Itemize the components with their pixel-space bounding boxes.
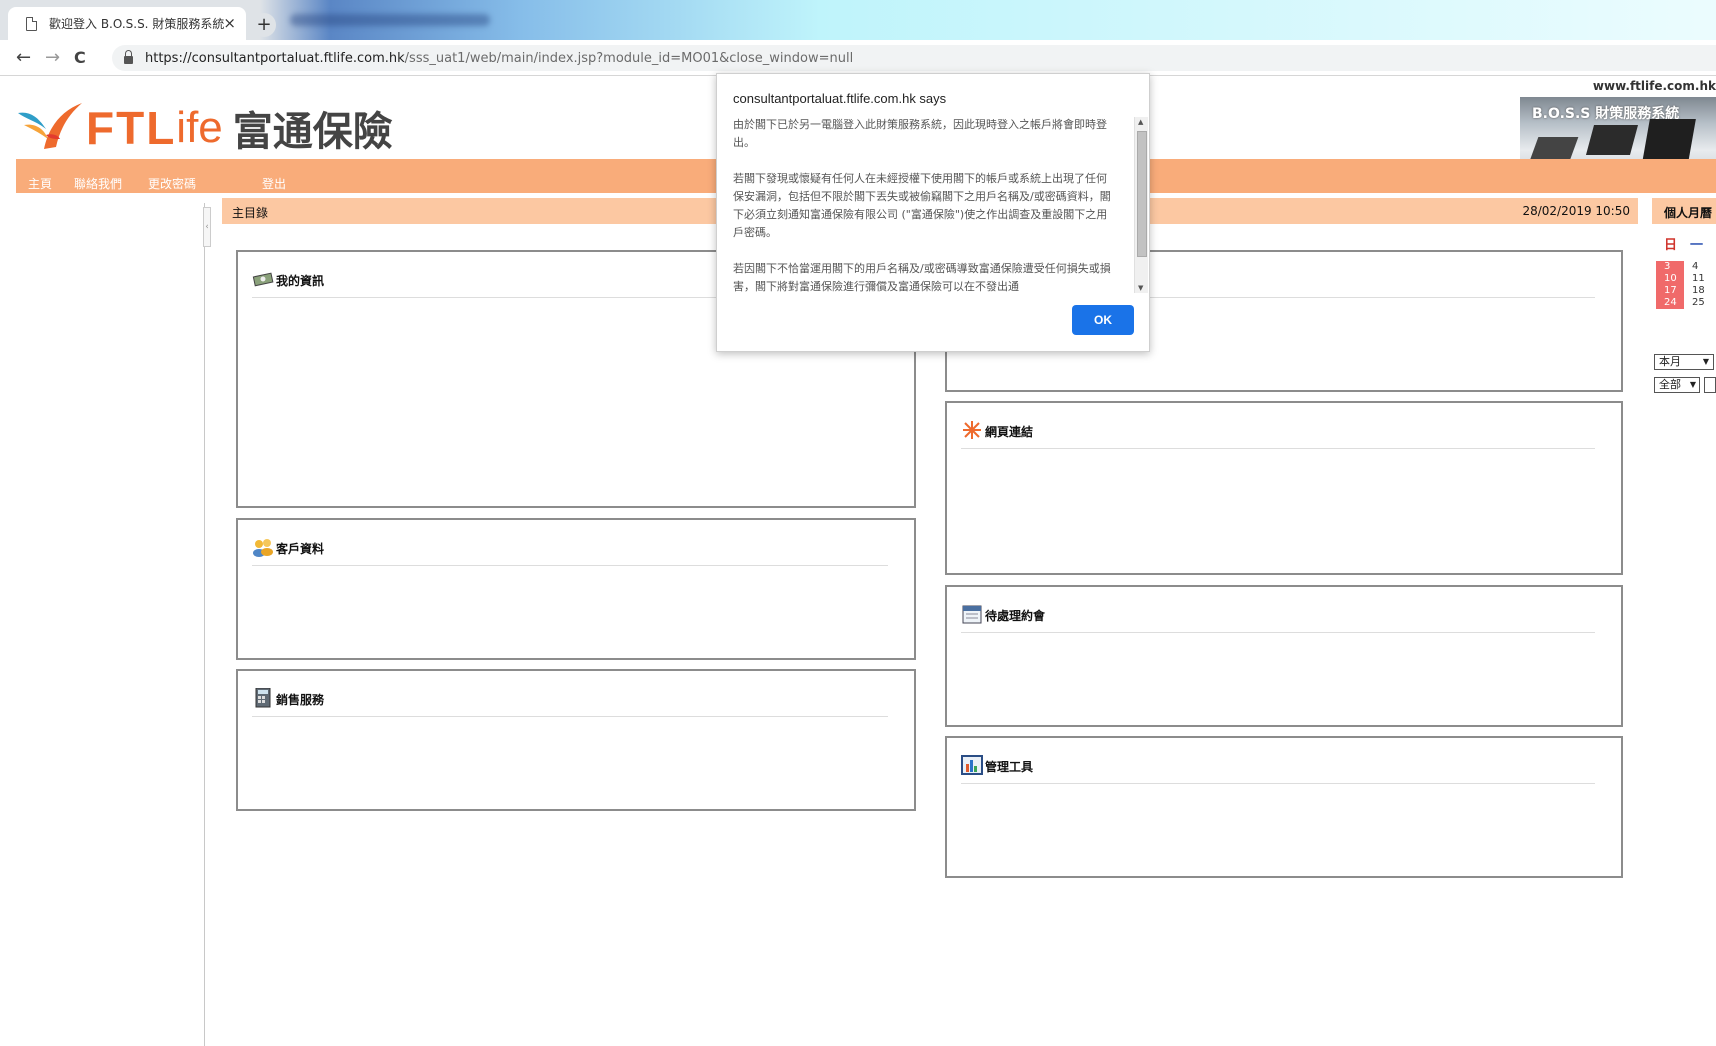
logo-ife-text: ife [176, 103, 223, 152]
blurred-tab [290, 14, 490, 26]
category-select[interactable]: 全部 ▼ [1654, 377, 1700, 393]
logo-ftl-text: FTL [86, 102, 177, 154]
main-directory-title: 主目錄 [232, 206, 269, 220]
menu-logout[interactable]: 登出 [262, 175, 286, 192]
panel-pending-appointments: 待處理約會 [945, 585, 1623, 727]
panel-header: 網頁連結 [961, 419, 1595, 449]
month-select-value: 本月 [1659, 355, 1681, 368]
menu-home[interactable]: 主頁 [28, 175, 52, 192]
dialog-message: 由於閣下已於另一電腦登入此財策服務系統，因此現時登入之帳戶將會即時登出。 若閣下… [733, 116, 1113, 294]
calendar-day[interactable]: 4 [1684, 261, 1712, 273]
panel-sales-service: 銷售服務 [236, 669, 916, 811]
calendar-day[interactable]: 3 [1656, 261, 1684, 273]
calendar-extra-control[interactable] [1704, 377, 1716, 393]
calendar-day[interactable]: 25 [1684, 297, 1712, 309]
calendar-dow-sunday: 日 [1664, 238, 1678, 253]
dialog-paragraph: 若因閣下不恰當運用閣下的用戶名稱及/或密碼導致富通保險遭受任何損失或損害，閣下將… [733, 262, 1111, 293]
scroll-up-icon[interactable]: ▲ [1138, 118, 1143, 126]
ok-button[interactable]: OK [1072, 305, 1134, 335]
calendar-dow-monday: 一 [1690, 238, 1704, 253]
panel-header: 管理工具 [961, 754, 1595, 784]
dialog-paragraph: 若閣下發現或懷疑有任何人在未經授權下使用閣下的帳戶或系統上出現了任何保安漏洞，包… [733, 172, 1111, 239]
url-path: /sss_uat1/web/main/index.jsp?module_id=M… [404, 50, 854, 66]
panel-title: 客戶資料 [276, 542, 325, 556]
panel-title: 我的資訊 [276, 274, 325, 288]
ftlife-logo[interactable]: FTL ife 富通保險 [16, 99, 393, 157]
calendar-day[interactable]: 17 [1656, 285, 1684, 297]
alert-dialog: consultantportaluat.ftlife.com.hk says 由… [716, 73, 1150, 352]
current-datetime: 28/02/2019 10:50 [1522, 204, 1630, 218]
site-url: www.ftlife.com.hk [1592, 79, 1716, 93]
panel-title: 管理工具 [985, 760, 1034, 774]
users-icon [253, 539, 273, 557]
bar-chart-icon [961, 755, 983, 775]
scroll-down-icon[interactable]: ▼ [1138, 284, 1143, 292]
dialog-paragraph: 由於閣下已於另一電腦登入此財策服務系統，因此現時登入之帳戶將會即時登出。 [733, 118, 1107, 149]
address-bar: ← → C https://consultantportaluat.ftlife… [0, 40, 1716, 76]
tab-title: 歡迎登入 B.O.S.S. 財策服務系統 [49, 17, 225, 31]
panel-title: 銷售服務 [276, 693, 325, 707]
calendar-icon [962, 605, 982, 624]
money-icon [252, 272, 274, 287]
month-select[interactable]: 本月 ▼ [1654, 354, 1714, 370]
lock-icon [124, 50, 133, 64]
panel-client-info: 客戶資料 [236, 518, 916, 660]
new-tab-button[interactable]: + [252, 13, 276, 37]
panel-admin-tools: 管理工具 [945, 736, 1623, 878]
back-button[interactable]: ← [16, 47, 31, 68]
collapse-sidebar-handle[interactable]: ‹ [203, 207, 211, 247]
scrollbar-thumb[interactable] [1137, 131, 1147, 257]
menu-contact-us[interactable]: 聯絡我們 [74, 175, 122, 192]
url-host: https://consultantportaluat.ftlife.com.h… [145, 50, 405, 66]
panel-title: 待處理約會 [985, 609, 1046, 623]
panel-header: 銷售服務 [252, 687, 888, 717]
chevron-down-icon: ▼ [1689, 380, 1696, 389]
calendar-day[interactable]: 18 [1684, 285, 1712, 297]
calendar-day[interactable]: 11 [1684, 273, 1712, 285]
document-icon [26, 16, 37, 31]
panel-web-links: 網頁連結 [945, 401, 1623, 575]
left-column-divider [204, 203, 205, 1046]
panel-header: 待處理約會 [961, 603, 1595, 633]
bird-logo-icon [18, 103, 82, 149]
panel-header: 客戶資料 [252, 536, 888, 566]
forward-button[interactable]: → [45, 47, 60, 68]
dialog-title: consultantportaluat.ftlife.com.hk says [733, 91, 947, 106]
browser-tab[interactable]: 歡迎登入 B.O.S.S. 財策服務系統 × [8, 7, 246, 40]
dialog-scrollbar[interactable]: ▲ ▼ [1134, 117, 1148, 293]
chevron-down-icon: ▼ [1702, 357, 1709, 366]
panel-title: 網頁連結 [985, 425, 1034, 439]
calendar-day[interactable]: 24 [1656, 297, 1684, 309]
tab-close-icon[interactable]: × [223, 14, 236, 32]
url-input[interactable]: https://consultantportaluat.ftlife.com.h… [112, 45, 1716, 71]
menu-change-password[interactable]: 更改密碼 [148, 175, 196, 192]
calendar-day[interactable]: 10 [1656, 273, 1684, 285]
category-select-value: 全部 [1659, 378, 1681, 391]
reload-button[interactable]: C [74, 48, 86, 67]
calendar-title: 個人月曆 [1652, 198, 1716, 224]
browser-tabbar: 歡迎登入 B.O.S.S. 財策服務系統 × + [0, 0, 1716, 40]
calculator-icon [255, 688, 271, 708]
logo-chinese-text: 富通保險 [232, 109, 393, 155]
asterisk-link-icon [963, 421, 981, 439]
